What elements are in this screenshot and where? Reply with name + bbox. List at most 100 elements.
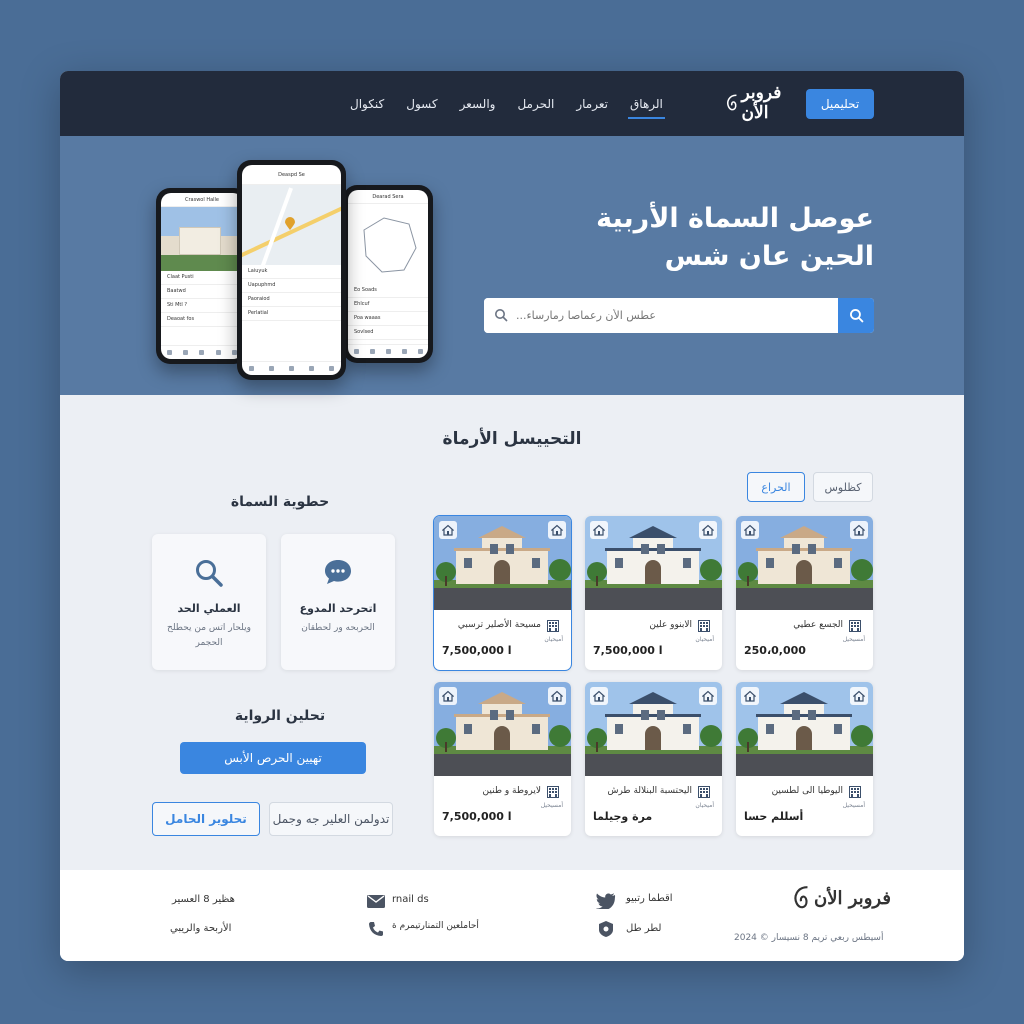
phone-tabbar (161, 345, 243, 359)
phone-row: Claat Pusti (161, 271, 243, 285)
twitter-icon[interactable] (596, 893, 616, 909)
home-icon[interactable] (548, 521, 566, 539)
footer: فروبر الأن 2024 © أسيطس ربعي تريم 8 نسيس… (60, 870, 964, 961)
property-subtitle: أميحيان (544, 636, 563, 643)
region-outline-icon (363, 217, 417, 273)
home-icon[interactable] (699, 687, 717, 705)
hero-section: Craswol Halle Claat Pusti Baatwd Sti Mtl… (60, 136, 964, 395)
phone-row: Baatwd (161, 285, 243, 299)
chat-icon (325, 560, 351, 584)
phone-row: Paoraiod (242, 293, 341, 307)
home-icon[interactable] (439, 687, 457, 705)
feature-card-chat[interactable]: اتحرحد المدوع الحربحه ور لحطقان (281, 534, 395, 670)
property-subtitle: أميحيان (695, 802, 714, 809)
phone-screen: Dearad Sera Eo Soads Ehlcuf Poa waaas So… (348, 190, 428, 358)
home-icon[interactable] (590, 521, 608, 539)
phone-row: Sovlsed (348, 326, 428, 340)
phone-icon[interactable] (368, 921, 384, 937)
home-icon[interactable] (850, 521, 868, 539)
brand-mark-icon (727, 94, 737, 111)
feature-title: العملي الحد (177, 602, 241, 615)
property-card[interactable]: مسيحة الأصلير ترسبي أميحيان 7,500,000 ا (433, 515, 572, 671)
phone-title: Craswol Halle (161, 193, 243, 207)
phone-mockup-region: Dearad Sera Eo Soads Ehlcuf Poa waaas So… (343, 185, 433, 363)
footer-social-link[interactable]: لطر طل (626, 923, 661, 934)
property-price: أسللم حسا (744, 810, 804, 823)
secondary-action-button[interactable]: تحلوير الحامل (152, 802, 260, 836)
property-subtitle: أمسيحيل (842, 802, 865, 809)
property-price: 250،0,000 (744, 644, 806, 657)
nav-item-home[interactable]: الرهاق (627, 89, 665, 119)
footer-phone[interactable]: أحاملعين التمنارتيمرم ة (392, 921, 479, 931)
tertiary-action-button[interactable]: تدولمن العلير جه وجمل (269, 802, 393, 836)
feature-description: الحربحه ور لحطقان (301, 623, 375, 633)
building-icon (849, 620, 861, 632)
home-icon[interactable] (741, 687, 759, 705)
brand-mark-icon (794, 886, 808, 909)
property-subtitle: أمسيحيل (540, 802, 563, 809)
nav-item-4[interactable]: والسعر (460, 89, 496, 119)
hero-title: عوصل السماة الأربية الحين عان شس (596, 203, 874, 272)
email-icon[interactable] (367, 895, 385, 908)
property-subtitle: أمسيحيل (842, 636, 865, 643)
actions-title: تحلين الرواية (234, 708, 326, 724)
primary-action-button[interactable]: تهيين الحرص الأبس (180, 742, 366, 774)
property-title: الجسع عطيي (793, 620, 843, 630)
property-subtitle: أميحيان (695, 636, 714, 643)
phone-row: Uapuphmd (242, 279, 341, 293)
nav-item-2[interactable]: تعرمار (576, 89, 608, 119)
phone-title: Deaspd Se (242, 165, 341, 185)
property-price: مرة وجيلما (593, 810, 653, 823)
footer-link[interactable]: الأربحة والريبي (170, 923, 231, 934)
phone-row: Poa waaas (348, 312, 428, 326)
nav-item-3[interactable]: الحرمل (517, 89, 554, 119)
brand-logo[interactable]: فروبر الأن (724, 83, 798, 123)
property-title: اليوطيا الى لطسين (771, 786, 843, 796)
building-icon (547, 786, 559, 798)
footer-brand-name: فروبر الأن (814, 887, 891, 909)
phone-row: Ehlcuf (348, 298, 428, 312)
main-nav: الرهاق تعرمار الحرمل والسعر كسول كنكوال (350, 71, 665, 136)
home-icon[interactable] (741, 521, 759, 539)
search-button[interactable] (838, 298, 874, 333)
property-card[interactable]: لايروطة و طنين أمسيحيل 7,500,000 ا (434, 682, 571, 836)
phone-screen: Deaspd Se Laiuyuk Uapuphmd Paoraiod Perl… (242, 165, 341, 375)
building-icon (698, 786, 710, 798)
badge-icon[interactable] (598, 921, 614, 937)
home-icon[interactable] (850, 687, 868, 705)
property-card[interactable]: اليوطيا الى لطسين أمسيحيل أسللم حسا (736, 682, 873, 836)
nav-item-5[interactable]: كسول (406, 89, 437, 119)
footer-link[interactable]: هظير 8 العسير (172, 894, 235, 905)
property-card[interactable]: الابنوو علين أميحيان 7,500,000 ا (585, 516, 722, 670)
phone-row: Deaoat fos (161, 313, 243, 327)
property-price: 7,500,000 ا (442, 644, 512, 657)
feature-title: اتحرحد المدوع (299, 602, 377, 615)
feature-card-search[interactable]: العملي الحد ويلحار اتس من يحطلح الحجمر (152, 534, 266, 670)
phone-house-image (161, 207, 243, 271)
home-icon[interactable] (590, 687, 608, 705)
top-cta-button[interactable]: تحليميل (806, 89, 874, 119)
phone-row: Sti Mtl ? (161, 299, 243, 313)
building-icon (698, 620, 710, 632)
building-icon (547, 620, 559, 632)
home-icon[interactable] (699, 521, 717, 539)
filter-button-2[interactable]: الحراع (747, 472, 805, 502)
phone-row: Laiuyuk (242, 265, 341, 279)
home-icon[interactable] (548, 687, 566, 705)
property-title: الابنوو علين (649, 620, 692, 630)
footer-brand-logo[interactable]: فروبر الأن (790, 884, 891, 912)
search-input[interactable] (484, 298, 838, 333)
top-navbar: تحليميل فروبر الأن الرهاق تعرمار الحرمل … (60, 71, 964, 136)
filter-button-1[interactable]: كظلوس (813, 472, 873, 502)
phone-mockup-listing: Craswol Halle Claat Pusti Baatwd Sti Mtl… (156, 188, 248, 364)
home-icon[interactable] (439, 521, 457, 539)
nav-item-6[interactable]: كنكوال (350, 89, 384, 119)
property-title: مسيحة الأصلير ترسبي (457, 620, 541, 630)
phone-mockup-map: Deaspd Se Laiuyuk Uapuphmd Paoraiod Perl… (237, 160, 346, 380)
copyright-text: 2024 © أسيطس ربعي تريم 8 نسيسار (734, 933, 884, 943)
footer-email[interactable]: rnail ds (392, 894, 429, 905)
property-card[interactable]: الجسع عطيي أمسيحيل 250،0,000 (736, 516, 873, 670)
property-card[interactable]: اليحتسبة البنلالة طرش أميحيان مرة وجيلما (585, 682, 722, 836)
phone-screen: Craswol Halle Claat Pusti Baatwd Sti Mtl… (161, 193, 243, 359)
footer-social-link[interactable]: اقطما رتبيو (626, 893, 673, 904)
